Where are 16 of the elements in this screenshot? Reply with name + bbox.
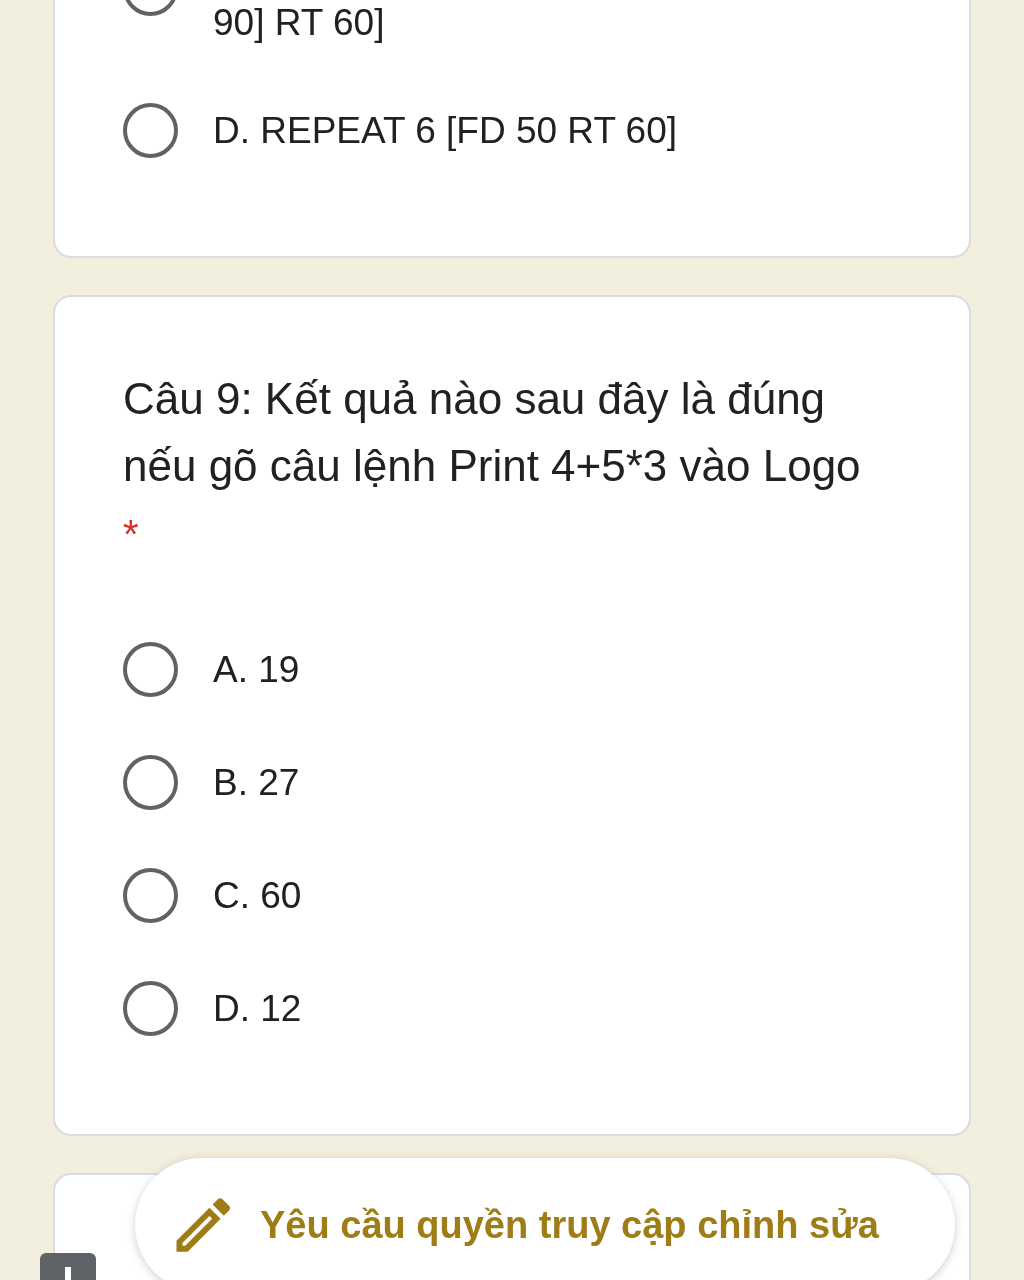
required-asterisk: * [123, 511, 139, 558]
option-label: A. 19 [213, 648, 300, 692]
option-label: D. 12 [213, 987, 302, 1031]
option-label: B. 27 [213, 761, 300, 805]
option-label: C. 60 [213, 874, 302, 918]
radio-button[interactable] [123, 755, 178, 810]
option-label: 90] RT 60] [213, 1, 385, 45]
radio-button[interactable] [123, 103, 178, 158]
pencil-icon [175, 1197, 231, 1253]
option-label: D. REPEAT 6 [FD 50 RT 60] [213, 109, 678, 153]
question-text: Câu 9: Kết quả nào sau đây là đúng nếu gõ câu lệnh Print 4+5*3 vào Logo [123, 373, 862, 492]
radio-button[interactable] [123, 868, 178, 923]
request-edit-access-button[interactable]: Yêu cầu quyền truy cập chỉnh sửa [135, 1158, 955, 1280]
radio-button[interactable] [123, 642, 178, 697]
radio-button[interactable] [123, 981, 178, 1036]
exclamation-icon[interactable] [40, 1253, 96, 1280]
